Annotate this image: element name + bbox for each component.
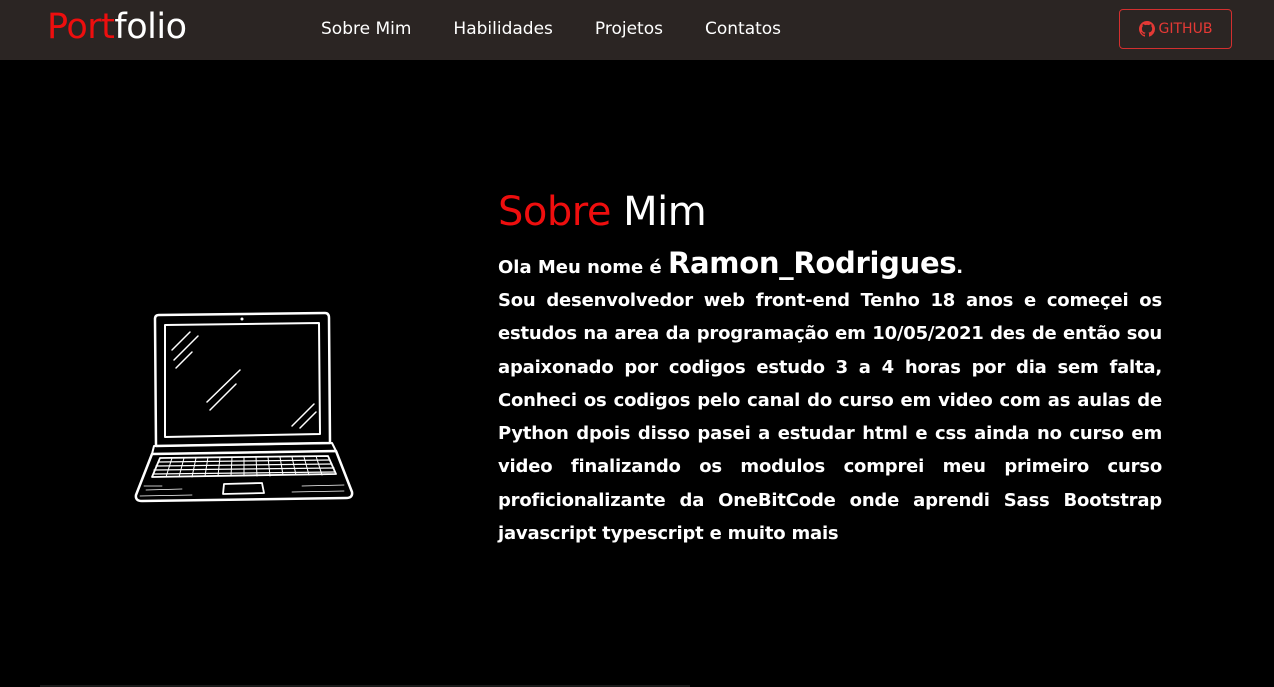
about-title-rest: Mim	[623, 189, 707, 235]
nav-links: Sobre Mim Habilidades Projetos Contatos	[300, 18, 802, 40]
intro-line: Ola Meu nome é Ramon_Rodrigues.	[498, 248, 1162, 283]
navbar: Portfolio Sobre Mim Habilidades Projetos…	[0, 0, 1274, 60]
intro-suffix: .	[956, 257, 964, 278]
nav-link-habilidades[interactable]: Habilidades	[432, 18, 573, 40]
github-label: GITHUB	[1158, 21, 1213, 37]
intro-prefix: Ola Meu nome é	[498, 257, 662, 278]
nav-link-contatos[interactable]: Contatos	[684, 18, 802, 40]
about-title: Sobre Mim	[498, 188, 1162, 236]
author-name: Ramon_Rodrigues	[668, 246, 957, 280]
about-title-accent: Sobre	[498, 189, 611, 235]
github-button[interactable]: GITHUB	[1119, 9, 1232, 49]
bio-paragraph: Sou desenvolvedor web front-end Tenho 18…	[498, 290, 1162, 545]
github-icon	[1138, 21, 1155, 37]
nav-link-projetos[interactable]: Projetos	[574, 18, 684, 40]
about-section: Sobre Mim Ola Meu nome é Ramon_Rodrigues…	[498, 188, 1162, 550]
brand-logo[interactable]: Portfolio	[47, 6, 187, 48]
laptop-illustration	[132, 310, 357, 506]
nav-link-sobre-mim[interactable]: Sobre Mim	[300, 18, 432, 40]
brand-part-white: folio	[114, 7, 187, 47]
brand-part-red: Port	[47, 7, 115, 47]
